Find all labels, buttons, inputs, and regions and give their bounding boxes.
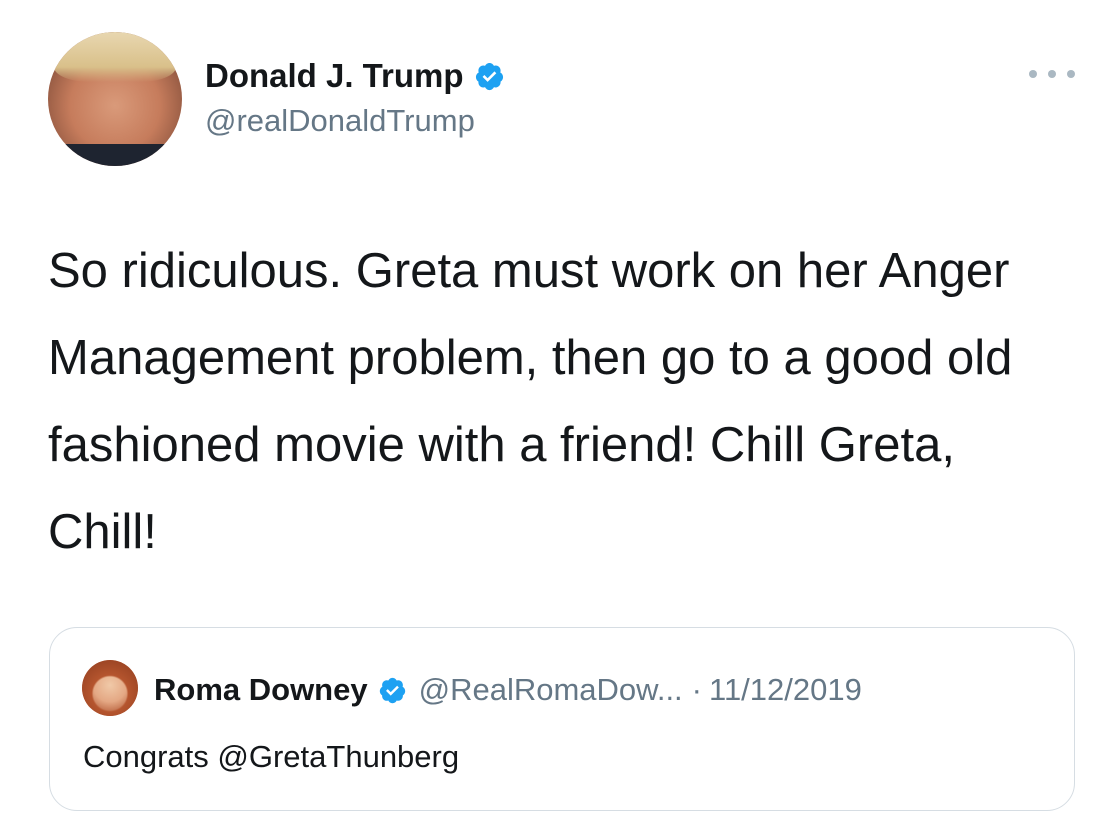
quoted-avatar-hair-shape [82,660,138,716]
more-horizontal-icon[interactable] [1029,64,1075,84]
avatar-suit-shape [48,144,182,166]
quoted-author-handle[interactable]: @RealRomaDow... [419,672,683,708]
quoted-author-avatar[interactable] [82,660,138,716]
verified-badge-icon [475,62,503,90]
author-handle[interactable]: @realDonaldTrump [205,103,475,139]
quoted-tweet-header: Roma Downey @RealRomaDow... · 11/12/2019 [154,668,862,712]
quoted-author-display-name[interactable]: Roma Downey [154,672,368,708]
author-name-row[interactable]: Donald J. Trump [205,55,505,97]
quoted-tweet-date[interactable]: 11/12/2019 [709,672,862,708]
author-display-name[interactable]: Donald J. Trump [205,57,464,95]
more-dot [1029,70,1037,78]
more-dot [1067,70,1075,78]
quoted-tweet-card[interactable]: Roma Downey @RealRomaDow... · 11/12/2019… [49,627,1075,811]
tweet-card: Donald J. Trump @realDonaldTrump So ridi… [0,0,1109,832]
tweet-text: So ridiculous. Greta must work on her An… [48,244,1013,559]
quoted-tweet-text: Congrats @GretaThunberg [83,739,460,774]
verified-badge-icon [379,677,405,703]
author-avatar[interactable] [48,32,182,166]
quoted-header-separator: · [691,672,702,707]
more-dot [1048,70,1056,78]
avatar-hair-shape [54,32,176,82]
